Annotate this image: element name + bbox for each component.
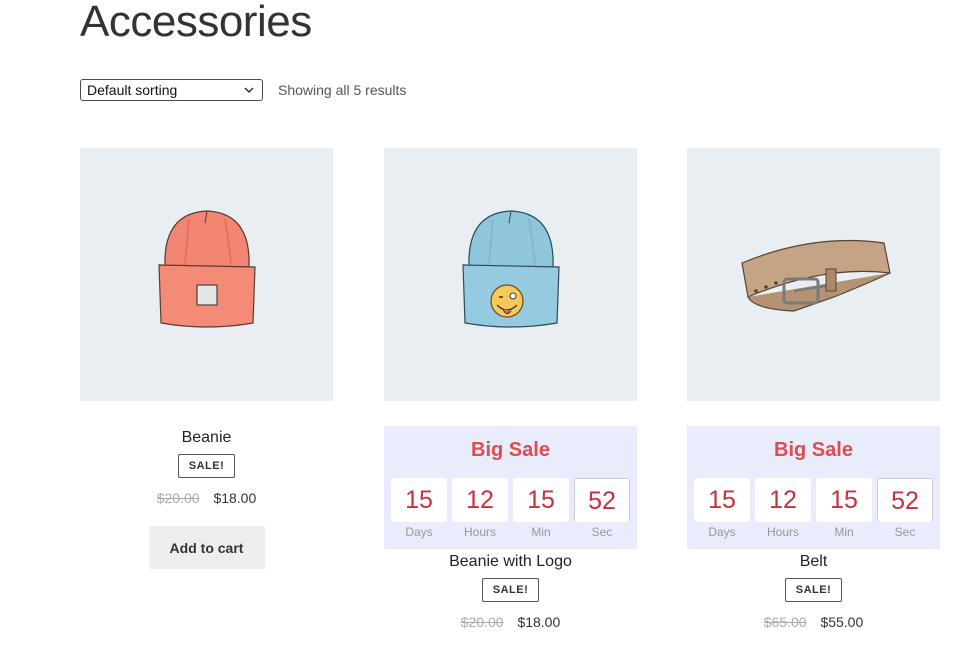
blue-beanie-logo-icon [461,209,560,328]
timer-value: 12 [452,478,508,522]
product-card-beanie-with-logo: Big Sale 15 Days 12 Hours 15 Min 52 Sec [384,148,637,630]
product-image-link[interactable] [80,148,333,401]
sale-title: Big Sale [774,439,853,461]
chevron-down-icon [244,87,254,93]
countdown-sale-box: Big Sale 15 Days 12 Hours 15 Min 52 Sec [384,426,637,549]
sale-title: Big Sale [471,439,550,461]
regular-price: $65.00 [763,614,807,630]
timer-value: 15 [816,478,872,522]
orange-beanie-icon [157,209,256,328]
countdown-timer: 15 Days 12 Hours 15 Min 52 Sec [694,478,933,539]
product-title[interactable]: Beanie with Logo [384,551,637,573]
add-to-cart-button[interactable]: Add to cart [148,526,265,569]
timer-days: 15 Days [694,478,750,539]
result-count: Showing all 5 results [278,82,407,98]
sale-price: $18.00 [213,490,257,506]
sale-badge: SALE! [784,578,843,602]
timer-minutes: 15 Min [513,478,569,539]
product-price: $20.00 $18.00 [384,614,637,630]
timer-hours: 12 Hours [452,478,508,539]
timer-unit: Sec [591,525,613,539]
timer-unit: Min [531,525,551,539]
sort-dropdown[interactable]: Default sorting [80,79,263,101]
timer-unit: Min [834,525,854,539]
timer-minutes: 15 Min [816,478,872,539]
countdown-timer: 15 Days 12 Hours 15 Min 52 Sec [391,478,630,539]
timer-value: 12 [755,478,811,522]
regular-price: $20.00 [460,614,504,630]
shop-toolbar: Default sorting Showing all 5 results [80,79,406,101]
sale-badge: SALE! [177,454,236,478]
product-price: $20.00 $18.00 [80,490,333,506]
timer-unit: Days [405,525,433,539]
timer-days: 15 Days [391,478,447,539]
page: Accessories Default sorting Showing all … [0,0,979,651]
regular-price: $20.00 [156,490,200,506]
product-price: $65.00 $55.00 [687,614,940,630]
product-title[interactable]: Belt [687,551,940,573]
sort-selected-label: Default sorting [87,82,178,98]
product-card-beanie: Beanie SALE! $20.00 $18.00 Add to cart [80,148,333,569]
sale-badge: SALE! [481,578,540,602]
timer-seconds: 52 Sec [877,478,933,539]
timer-unit: Hours [463,525,496,539]
product-title[interactable]: Beanie [80,427,333,449]
timer-value: 15 [694,478,750,522]
timer-value: 52 [574,478,630,522]
timer-seconds: 52 Sec [574,478,630,539]
product-image-link[interactable] [384,148,637,401]
timer-unit: Hours [766,525,799,539]
sale-price: $18.00 [517,614,561,630]
product-image-link[interactable] [687,148,940,401]
product-card-belt: Big Sale 15 Days 12 Hours 15 Min 52 Sec [687,148,940,630]
sale-price: $55.00 [820,614,864,630]
countdown-sale-box: Big Sale 15 Days 12 Hours 15 Min 52 Sec [687,426,940,549]
timer-hours: 12 Hours [755,478,811,539]
timer-unit: Sec [894,525,916,539]
leather-belt-icon [740,239,891,312]
timer-value: 52 [877,478,933,522]
page-title: Accessories [80,0,312,46]
timer-value: 15 [391,478,447,522]
timer-value: 15 [513,478,569,522]
timer-unit: Days [708,525,736,539]
